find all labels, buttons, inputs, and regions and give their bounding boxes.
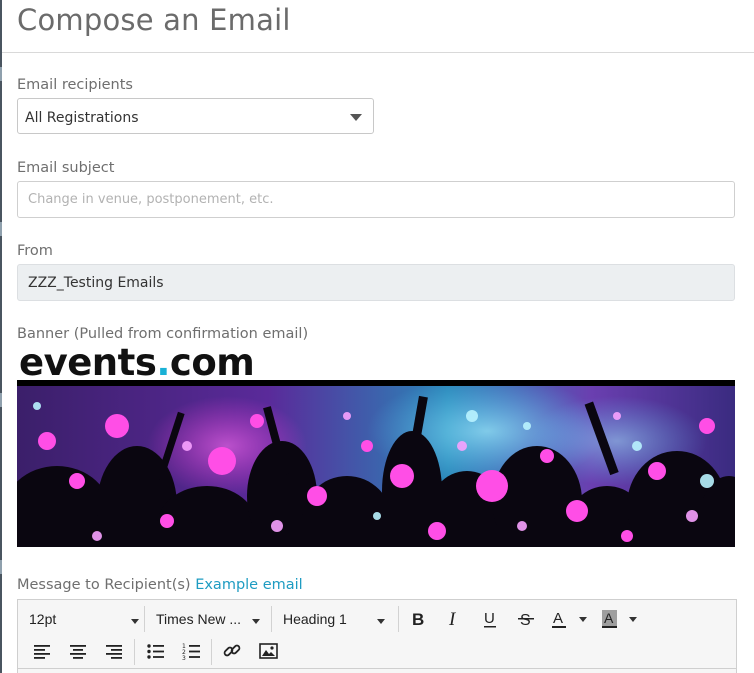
subject-label: Email subject: [17, 160, 115, 176]
title-divider: [2, 52, 754, 53]
recipients-select[interactable]: All Registrations: [17, 98, 374, 134]
align-center-button[interactable]: [65, 637, 93, 665]
message-label: Message to Recipient(s) Example email: [17, 577, 303, 593]
svg-text:A: A: [553, 610, 563, 627]
align-left-button[interactable]: [29, 637, 57, 665]
underline-icon: U: [484, 610, 496, 628]
strikethrough-icon: S: [518, 612, 534, 629]
strikethrough-button[interactable]: S: [512, 605, 540, 633]
numbered-list-button[interactable]: 1 2 3: [178, 637, 206, 665]
italic-icon: I: [448, 609, 457, 630]
insert-image-button[interactable]: [255, 637, 283, 665]
svg-text:U: U: [484, 610, 495, 627]
block-format-value: Heading 1: [283, 611, 347, 627]
chevron-down-icon: [252, 619, 260, 624]
chevron-down-icon: [350, 114, 362, 121]
bullet-list-icon: [147, 644, 164, 659]
insert-link-button[interactable]: [219, 637, 247, 665]
recipients-label: Email recipients: [17, 77, 133, 93]
numbered-list-icon: 1 2 3: [182, 643, 200, 662]
bold-button[interactable]: B: [404, 605, 432, 633]
from-field[interactable]: [17, 264, 735, 301]
font-family-value: Times New ...: [156, 611, 242, 627]
text-color-button[interactable]: A: [548, 605, 588, 633]
font-size-select[interactable]: 12pt: [29, 604, 139, 634]
svg-text:3: 3: [182, 655, 186, 662]
image-icon: [259, 643, 278, 659]
svg-text:I: I: [448, 609, 457, 630]
svg-text:B: B: [412, 610, 424, 629]
align-right-button[interactable]: [101, 637, 129, 665]
chevron-down-icon: [629, 617, 637, 622]
align-center-icon: [70, 645, 86, 659]
banner-image: events.com: [17, 341, 735, 547]
align-left-icon: [34, 645, 50, 659]
chevron-down-icon: [579, 617, 587, 622]
link-icon: [223, 644, 241, 657]
example-email-link[interactable]: Example email: [195, 577, 303, 593]
svg-text:A: A: [604, 610, 614, 626]
bullet-list-button[interactable]: [142, 637, 170, 665]
subject-input[interactable]: [17, 181, 735, 218]
svg-text:S: S: [520, 612, 531, 629]
text-color-icon: A: [552, 610, 566, 628]
chevron-down-icon: [131, 619, 139, 624]
chevron-down-icon: [377, 619, 385, 624]
italic-button[interactable]: I: [440, 605, 468, 633]
events-logo: events.com: [19, 341, 255, 384]
rich-text-editor-toolbar: 12pt Times New ... Heading 1 B I U S A A: [17, 599, 737, 673]
font-size-value: 12pt: [29, 611, 57, 627]
background-color-icon: A: [602, 610, 617, 628]
from-label: From: [17, 243, 53, 259]
page-title: Compose an Email: [17, 3, 291, 37]
concert-crowd-photo: [17, 386, 735, 547]
banner-label: Banner (Pulled from confirmation email): [17, 326, 309, 342]
recipients-selected-value: All Registrations: [25, 110, 139, 126]
background-color-button[interactable]: A: [598, 605, 638, 633]
align-right-icon: [106, 645, 122, 659]
bold-icon: B: [412, 610, 424, 629]
font-family-select[interactable]: Times New ...: [156, 604, 260, 634]
block-format-select[interactable]: Heading 1: [283, 604, 385, 634]
underline-button[interactable]: U: [476, 605, 504, 633]
left-edge-bar: [0, 0, 2, 673]
